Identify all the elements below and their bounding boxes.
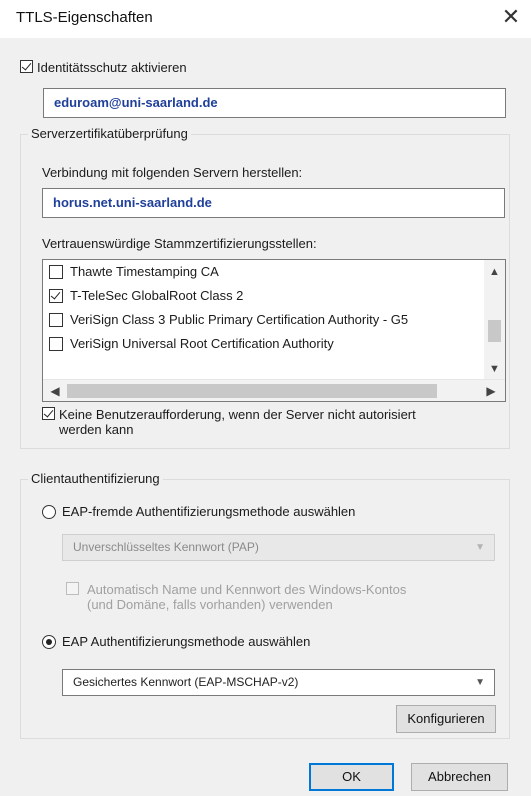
eap-method-value: Gesichertes Kennwort (EAP-MSCHAP-v2) xyxy=(73,675,299,689)
radio-selected-icon[interactable] xyxy=(42,634,56,649)
chevron-right-icon[interactable]: ▶ xyxy=(481,380,501,401)
identity-protection-label: Identitätsschutz aktivieren xyxy=(37,60,187,75)
close-icon[interactable]: ✕ xyxy=(496,2,526,32)
horizontal-scrollbar[interactable]: ◀ ▶ xyxy=(43,379,505,401)
checkbox-checked-icon[interactable] xyxy=(49,288,63,303)
connect-servers-label: Verbindung mit folgenden Servern herstel… xyxy=(42,165,303,180)
no-prompt-label-line2: werden kann xyxy=(59,422,134,437)
list-item-label: VeriSign Universal Root Certification Au… xyxy=(70,336,334,351)
dialog-content: Identitätsschutz aktivieren eduroam@uni-… xyxy=(0,38,531,796)
configure-button[interactable]: Konfigurieren xyxy=(396,705,496,733)
chevron-down-icon[interactable]: ▼ xyxy=(484,359,505,379)
non-eap-method-radio[interactable]: EAP-fremde Authentifizierungsmethode aus… xyxy=(42,504,355,519)
identity-protection-checkbox[interactable]: Identitätsschutz aktivieren xyxy=(20,60,187,75)
list-item[interactable]: Thawte Timestamping CA xyxy=(49,264,219,279)
no-prompt-checkbox[interactable]: Keine Benutzeraufforderung, wenn der Ser… xyxy=(42,407,416,437)
checkbox-unchecked-icon[interactable] xyxy=(49,264,63,279)
horizontal-scroll-thumb[interactable] xyxy=(67,384,437,398)
eap-method-select[interactable]: Gesichertes Kennwort (EAP-MSCHAP-v2) ▼ xyxy=(62,669,495,696)
trusted-ca-list[interactable]: Thawte Timestamping CA T-TeleSec GlobalR… xyxy=(42,259,506,402)
identity-input[interactable]: eduroam@uni-saarland.de xyxy=(43,88,506,118)
ok-button[interactable]: OK xyxy=(309,763,394,791)
checkbox-checked-icon[interactable] xyxy=(20,60,33,73)
vertical-scrollbar[interactable]: ▲ ▼ xyxy=(484,260,505,381)
dialog-title: TTLS-Eigenschaften xyxy=(16,9,153,26)
chevron-down-icon: ▼ xyxy=(475,542,485,553)
cancel-button[interactable]: Abbrechen xyxy=(411,763,508,791)
auto-windows-label-line2: (und Domäne, falls vorhanden) verwenden xyxy=(87,597,333,612)
auto-windows-credentials-checkbox[interactable]: Automatisch Name und Kennwort des Window… xyxy=(66,582,406,612)
trusted-ca-label: Vertrauenswürdige Stammzertifizierungsst… xyxy=(42,236,317,251)
checkbox-unchecked-icon[interactable] xyxy=(49,336,63,351)
no-prompt-label: Keine Benutzeraufforderung, wenn der Ser… xyxy=(59,407,416,437)
list-item[interactable]: VeriSign Class 3 Public Primary Certific… xyxy=(49,312,408,327)
title-bar: TTLS-Eigenschaften ✕ xyxy=(0,0,531,38)
list-item-label: T-TeleSec GlobalRoot Class 2 xyxy=(70,288,244,303)
chevron-down-icon: ▼ xyxy=(475,677,485,688)
radio-unselected-icon[interactable] xyxy=(42,504,56,519)
chevron-left-icon[interactable]: ◀ xyxy=(45,380,65,401)
vertical-scroll-thumb[interactable] xyxy=(488,320,501,342)
no-prompt-label-line1: Keine Benutzeraufforderung, wenn der Ser… xyxy=(59,407,416,422)
ttls-properties-dialog: TTLS-Eigenschaften ✕ Identitätsschutz ak… xyxy=(0,0,531,796)
checkbox-checked-icon[interactable] xyxy=(42,407,55,420)
chevron-up-icon[interactable]: ▲ xyxy=(484,262,505,282)
auto-windows-credentials-label: Automatisch Name und Kennwort des Window… xyxy=(87,582,406,612)
list-item[interactable]: VeriSign Universal Root Certification Au… xyxy=(49,336,334,351)
non-eap-method-label: EAP-fremde Authentifizierungsmethode aus… xyxy=(62,504,356,519)
checkbox-disabled-icon[interactable] xyxy=(66,582,79,595)
eap-method-radio[interactable]: EAP Authentifizierungsmethode auswählen xyxy=(42,634,310,649)
non-eap-method-value: Unverschlüsseltes Kennwort (PAP) xyxy=(73,540,259,554)
checkbox-unchecked-icon[interactable] xyxy=(49,312,63,327)
server-name-input[interactable]: horus.net.uni-saarland.de xyxy=(42,188,505,218)
non-eap-method-select[interactable]: Unverschlüsseltes Kennwort (PAP) ▼ xyxy=(62,534,495,561)
server-cert-legend: Serverzertifikatüberprüfung xyxy=(28,126,191,141)
auto-windows-label-line1: Automatisch Name und Kennwort des Window… xyxy=(87,582,407,597)
list-item[interactable]: T-TeleSec GlobalRoot Class 2 xyxy=(49,288,243,303)
eap-method-label: EAP Authentifizierungsmethode auswählen xyxy=(62,634,311,649)
list-item-label: VeriSign Class 3 Public Primary Certific… xyxy=(70,312,409,327)
list-item-label: Thawte Timestamping CA xyxy=(70,264,219,279)
client-auth-legend: Clientauthentifizierung xyxy=(28,471,163,486)
